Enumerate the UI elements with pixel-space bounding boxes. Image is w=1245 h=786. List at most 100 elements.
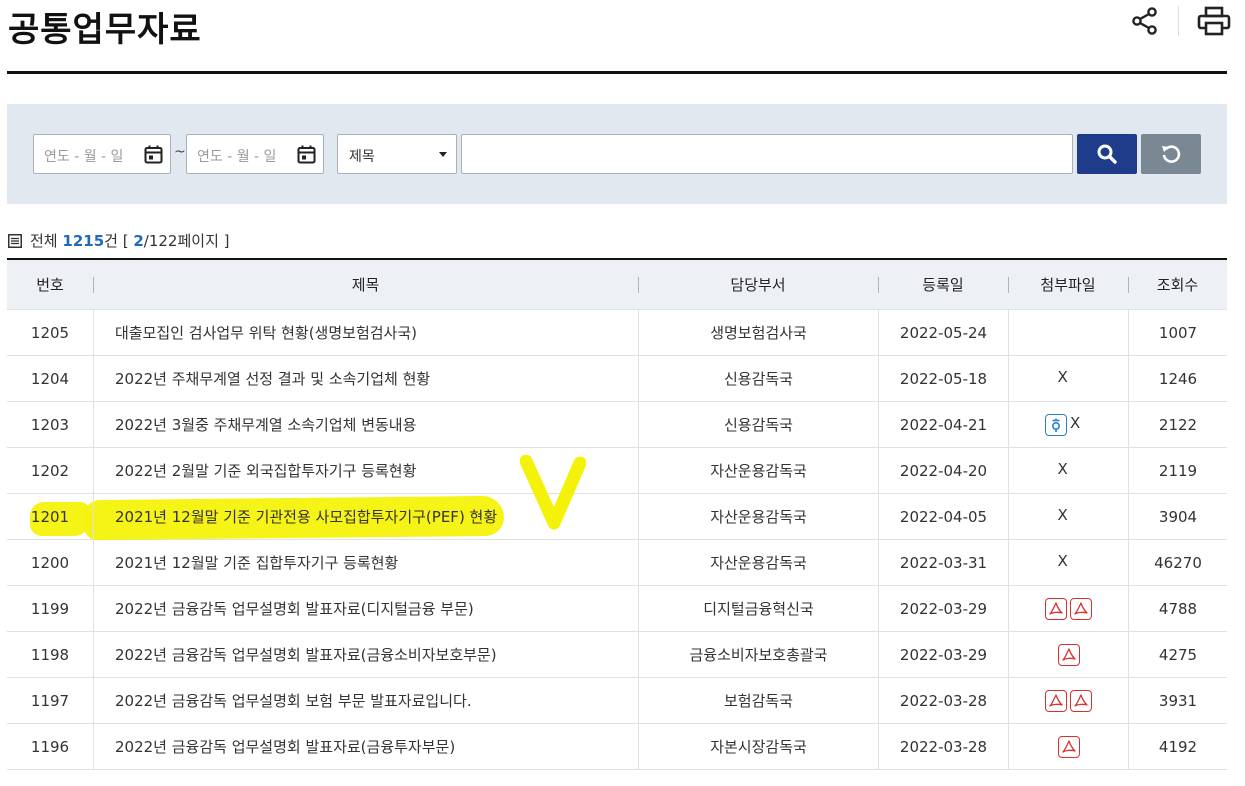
cell-title-text[interactable]: 2022년 2월말 기준 외국집합투자기구 등록현황	[115, 460, 416, 481]
summary-unit: 건 [	[104, 232, 129, 250]
pdf-file-icon[interactable]	[1045, 597, 1067, 620]
cell-title-text[interactable]: 2021년 12월말 기준 기관전용 사모집합투자기구(PEF) 현황	[115, 506, 497, 527]
table-row[interactable]: 1198 2022년 금융감독 업무설명회 발표자료(금융소비자보호부문) 금융소비…	[7, 632, 1227, 678]
cell-number-text: 1203	[30, 415, 70, 434]
table-row[interactable]: 1204 2022년 주채무계열 선정 결과 및 소속기업체 현황 신용감독국 202…	[7, 356, 1227, 402]
cell-title-text[interactable]: 2022년 주채무계열 선정 결과 및 소속기업체 현황	[115, 368, 430, 389]
table-row[interactable]: 1197 2022년 금융감독 업무설명회 보험 부문 발표자료입니다. 보험감독국…	[7, 678, 1227, 724]
keyword-input[interactable]	[461, 134, 1073, 174]
cell-department: 디지털금융혁신국	[638, 586, 878, 631]
cell-date: 2022-04-20	[878, 448, 1008, 493]
cell-date-text: 2022-03-28	[899, 691, 988, 710]
cell-views-text: 1007	[1158, 323, 1198, 342]
table-row[interactable]: 1202 2022년 2월말 기준 외국집합투자기구 등록현황 자산운용감독국 202…	[7, 448, 1227, 494]
cell-department-text: 디지털금융혁신국	[703, 600, 814, 618]
cell-department: 자산운용감독국	[638, 540, 878, 585]
cell-title[interactable]: 2021년 12월말 기준 집합투자기구 등록현황	[93, 540, 638, 585]
cell-date: 2022-04-05	[878, 494, 1008, 539]
cell-date: 2022-03-29	[878, 632, 1008, 677]
search-field-select[interactable]: 제목	[337, 134, 457, 174]
reset-button[interactable]	[1141, 134, 1201, 174]
pdf-file-icon[interactable]	[1057, 643, 1080, 666]
date-to-input[interactable]: 연도 - 월 - 일	[186, 134, 324, 174]
cell-department-text: 자산운용감독국	[710, 462, 807, 480]
cell-title-text[interactable]: 2022년 금융감독 업무설명회 보험 부문 발표자료입니다.	[115, 690, 472, 711]
calendar-icon[interactable]	[144, 145, 163, 164]
search-panel: 연도 - 월 - 일 ~ 연도 - 월 - 일 제목	[7, 104, 1227, 204]
table-row[interactable]: 1201 2021년 12월말 기준 기관전용 사모집합투자기구(PEF) 현황 자…	[7, 494, 1227, 540]
cell-attachments: X	[1008, 356, 1128, 401]
print-icon[interactable]	[1197, 6, 1231, 36]
table-row[interactable]: 1200 2021년 12월말 기준 집합투자기구 등록현황 자산운용감독국 2022…	[7, 540, 1227, 586]
cell-title[interactable]: 2022년 3월중 주채무계열 소속기업체 변동내용	[93, 402, 638, 447]
cell-number: 1202	[7, 448, 93, 493]
cell-title[interactable]: 2022년 금융감독 업무설명회 발표자료(금융투자부문)	[93, 724, 638, 769]
cell-attachments	[1008, 586, 1128, 631]
cell-title-text[interactable]: 2022년 금융감독 업무설명회 발표자료(디지털금융 부문)	[115, 598, 474, 619]
cell-department-text: 생명보험검사국	[710, 324, 807, 342]
cell-number: 1203	[7, 402, 93, 447]
calendar-icon[interactable]	[297, 145, 316, 164]
header-department: 담당부서	[638, 260, 878, 309]
data-table: 번호 제목 담당부서 등록일 첨부파일 조회수 1205 대출모집인 검사업무 위…	[7, 258, 1227, 770]
header-number: 번호	[7, 260, 93, 309]
cell-views: 4275	[1128, 632, 1227, 677]
excel-file-icon[interactable]: X	[1070, 414, 1092, 436]
search-button[interactable]	[1077, 134, 1137, 174]
cell-date: 2022-03-29	[878, 586, 1008, 631]
cell-title[interactable]: 대출모집인 검사업무 위탁 현황(생명보험검사국)	[93, 310, 638, 355]
excel-file-icon[interactable]: X	[1058, 506, 1080, 528]
cell-number-text: 1200	[30, 553, 70, 572]
cell-title-text[interactable]: 2022년 3월중 주채무계열 소속기업체 변동내용	[115, 414, 416, 435]
pdf-file-icon[interactable]	[1070, 597, 1092, 620]
cell-date-text: 2022-04-20	[899, 461, 988, 480]
cell-attachments: X	[1008, 402, 1128, 447]
header-label: 번호	[36, 276, 64, 294]
share-icon[interactable]	[1130, 6, 1160, 36]
result-summary: 전체 1215 건 [ 2/122페이지 ]	[8, 230, 230, 251]
cell-attachments	[1008, 678, 1128, 723]
table-row[interactable]: 1199 2022년 금융감독 업무설명회 발표자료(디지털금융 부문) 디지털금융…	[7, 586, 1227, 632]
excel-file-icon[interactable]: X	[1058, 552, 1080, 574]
cell-title[interactable]: 2022년 주채무계열 선정 결과 및 소속기업체 현황	[93, 356, 638, 401]
cell-date-text: 2022-04-05	[899, 507, 988, 526]
cell-date: 2022-03-31	[878, 540, 1008, 585]
cell-title[interactable]: 2022년 2월말 기준 외국집합투자기구 등록현황	[93, 448, 638, 493]
cell-number: 1200	[7, 540, 93, 585]
cell-views: 1246	[1128, 356, 1227, 401]
cell-title-text[interactable]: 2022년 금융감독 업무설명회 발표자료(금융투자부문)	[115, 736, 455, 757]
cell-title[interactable]: 2022년 금융감독 업무설명회 발표자료(금융소비자보호부문)	[93, 632, 638, 677]
header-label: 조회수	[1156, 276, 1199, 294]
cell-attachments: X	[1008, 540, 1128, 585]
cell-number-text: 1204	[30, 369, 70, 388]
cell-title-text[interactable]: 대출모집인 검사업무 위탁 현황(생명보험검사국)	[115, 322, 417, 343]
hwp-file-icon[interactable]	[1045, 413, 1067, 436]
excel-file-icon[interactable]: X	[1058, 460, 1080, 482]
cell-title[interactable]: 2022년 금융감독 업무설명회 보험 부문 발표자료입니다.	[93, 678, 638, 723]
table-row[interactable]: 1196 2022년 금융감독 업무설명회 발표자료(금융투자부문) 자본시장감독국…	[7, 724, 1227, 770]
cell-department: 신용감독국	[638, 402, 878, 447]
cell-title-text[interactable]: 2022년 금융감독 업무설명회 발표자료(금융소비자보호부문)	[115, 644, 497, 665]
cell-title[interactable]: 2022년 금융감독 업무설명회 발표자료(디지털금융 부문)	[93, 586, 638, 631]
summary-prefix: 전체	[30, 232, 58, 250]
cell-title[interactable]: 2021년 12월말 기준 기관전용 사모집합투자기구(PEF) 현황	[93, 494, 638, 539]
pdf-file-icon[interactable]	[1045, 689, 1067, 712]
cell-date-text: 2022-03-28	[899, 737, 988, 756]
excel-file-icon[interactable]: X	[1058, 368, 1080, 390]
page-suffix: /122페이지 ]	[143, 232, 230, 250]
pdf-file-icon[interactable]	[1057, 735, 1080, 758]
attachment-icons: X	[1058, 552, 1080, 574]
pdf-file-icon[interactable]	[1070, 689, 1092, 712]
table-row[interactable]: 1205 대출모집인 검사업무 위탁 현황(생명보험검사국) 생명보험검사국 2022…	[7, 310, 1227, 356]
cell-number: 1198	[7, 632, 93, 677]
header-title: 제목	[93, 260, 638, 309]
cell-views: 4192	[1128, 724, 1227, 769]
cell-title-text[interactable]: 2021년 12월말 기준 집합투자기구 등록현황	[115, 552, 398, 573]
cell-views-text: 46270	[1154, 553, 1202, 572]
search-icon	[1097, 144, 1117, 164]
date-from-input[interactable]: 연도 - 월 - 일	[33, 134, 171, 174]
cell-views: 3931	[1128, 678, 1227, 723]
cell-department-text: 자본시장감독국	[710, 738, 807, 756]
total-count: 1215	[62, 231, 105, 250]
table-row[interactable]: 1203 2022년 3월중 주채무계열 소속기업체 변동내용 신용감독국 2022-…	[7, 402, 1227, 448]
